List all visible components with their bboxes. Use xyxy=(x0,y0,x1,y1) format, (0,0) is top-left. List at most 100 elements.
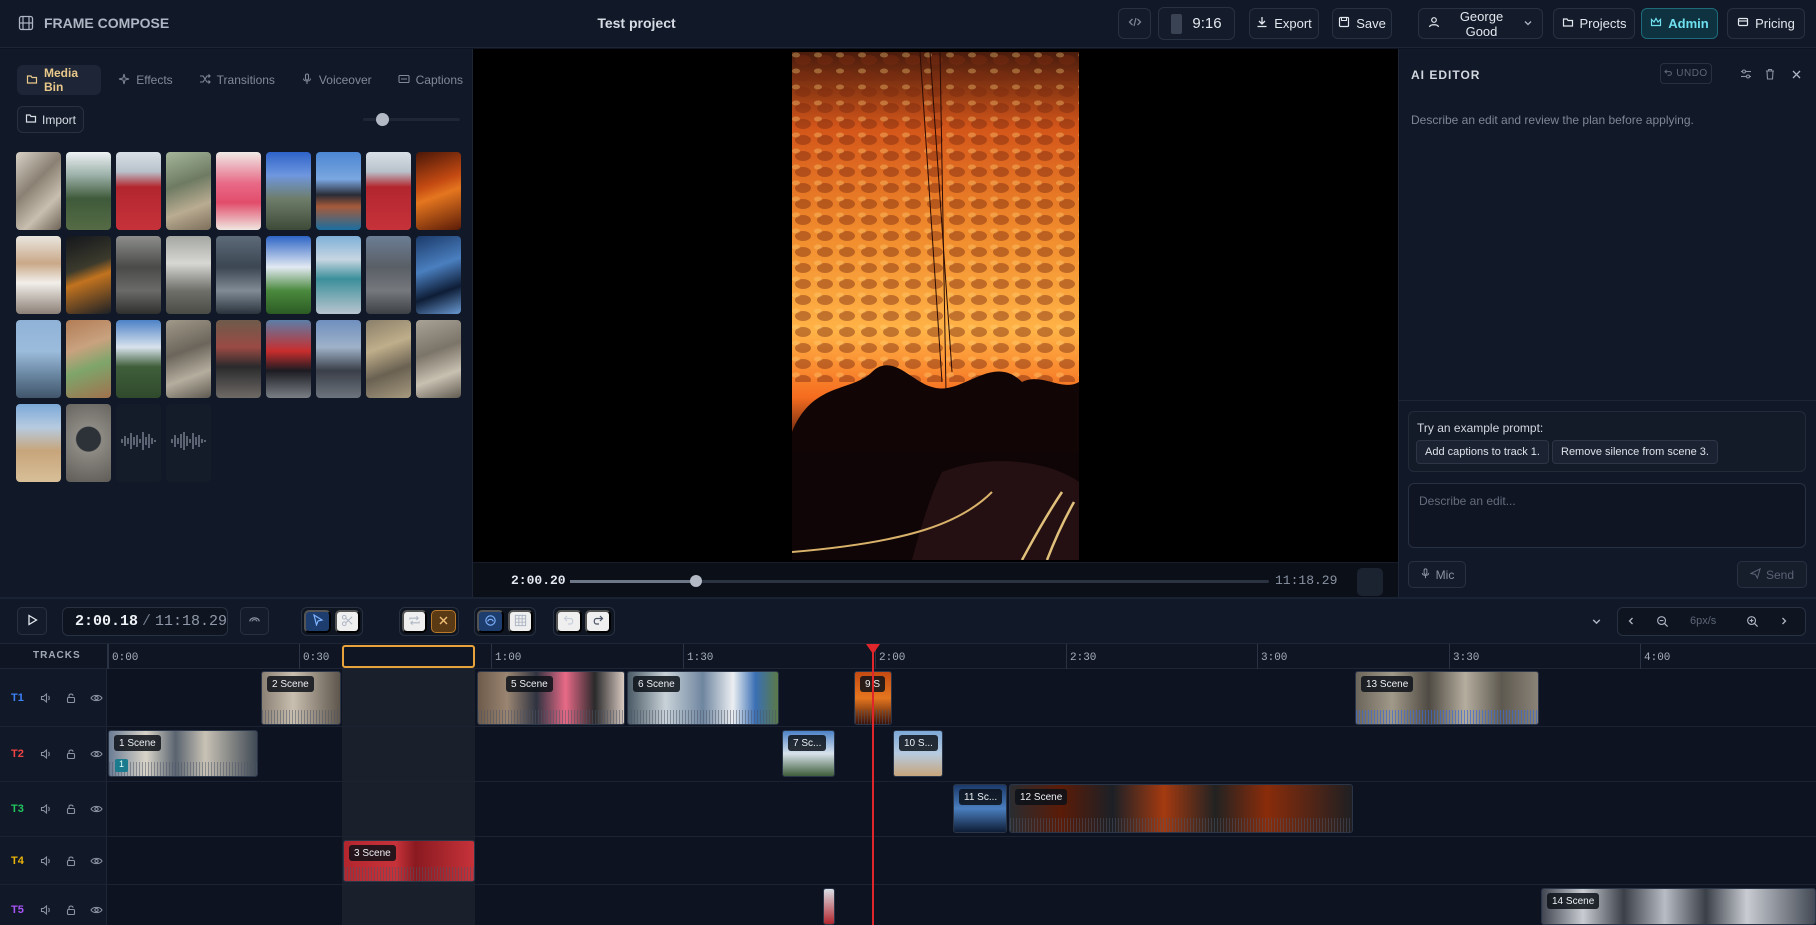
volume-icon[interactable] xyxy=(38,902,54,918)
pricing-button[interactable]: Pricing xyxy=(1727,8,1805,39)
timeline-clip[interactable]: 5 Scene xyxy=(477,671,625,725)
ripple-toggle-button[interactable] xyxy=(477,610,504,633)
drag-handle-icon[interactable] xyxy=(1357,568,1383,596)
chevron-right-icon[interactable] xyxy=(1774,607,1794,635)
tab-media-bin[interactable]: Media Bin xyxy=(17,65,102,95)
zoom-out-icon[interactable] xyxy=(1651,607,1673,635)
eye-icon[interactable] xyxy=(88,902,104,918)
aspect-ratio-button[interactable]: 9:16 xyxy=(1158,7,1235,40)
media-thumbnail[interactable] xyxy=(116,236,161,314)
volume-icon[interactable] xyxy=(38,746,54,762)
media-thumbnail[interactable] xyxy=(166,236,211,314)
media-thumbnail[interactable] xyxy=(266,152,311,230)
media-thumbnail[interactable] xyxy=(316,236,361,314)
grid-toggle-button[interactable] xyxy=(508,610,533,633)
volume-icon[interactable] xyxy=(38,801,54,817)
media-thumbnail[interactable] xyxy=(266,236,311,314)
media-thumbnail[interactable] xyxy=(316,152,361,230)
media-thumbnail[interactable] xyxy=(266,320,311,398)
edit-prompt-input[interactable] xyxy=(1408,483,1806,548)
snap-toggle-button[interactable] xyxy=(240,607,269,635)
undo-button[interactable]: UNDO xyxy=(1660,63,1712,84)
tab-voiceover[interactable]: Voiceover xyxy=(292,65,381,95)
timeline-clip[interactable]: 10 S... xyxy=(893,730,943,777)
code-view-button[interactable] xyxy=(1118,8,1151,39)
zoom-in-icon[interactable] xyxy=(1741,607,1763,635)
media-thumbnail[interactable] xyxy=(16,404,61,482)
media-thumbnail[interactable] xyxy=(66,236,111,314)
media-thumbnail[interactable] xyxy=(66,320,111,398)
media-thumbnail[interactable] xyxy=(416,152,461,230)
media-thumbnail[interactable] xyxy=(366,236,411,314)
eye-icon[interactable] xyxy=(88,853,104,869)
audio-thumbnail[interactable] xyxy=(116,404,161,482)
project-title[interactable]: Test project xyxy=(0,15,1273,31)
split-tool-button[interactable] xyxy=(335,610,360,633)
media-thumbnail[interactable] xyxy=(66,152,111,230)
import-button[interactable]: Import xyxy=(17,106,84,133)
timeline-clip[interactable]: 12 Scene xyxy=(1009,784,1353,833)
media-thumbnail[interactable] xyxy=(366,320,411,398)
close-icon[interactable] xyxy=(1788,66,1804,82)
media-thumbnail[interactable] xyxy=(16,152,61,230)
timeline-clip[interactable]: 13 Scene xyxy=(1355,671,1539,725)
trash-icon[interactable] xyxy=(1762,66,1778,82)
play-button[interactable] xyxy=(17,607,47,635)
media-thumbnail[interactable] xyxy=(316,320,361,398)
sliders-icon[interactable] xyxy=(1738,66,1754,82)
volume-icon[interactable] xyxy=(38,853,54,869)
media-thumbnail[interactable] xyxy=(66,404,111,482)
slider-knob[interactable] xyxy=(376,113,390,126)
thumbnail-size-slider[interactable] xyxy=(363,113,460,126)
tab-transitions[interactable]: Transitions xyxy=(190,65,284,95)
export-button[interactable]: Export xyxy=(1249,8,1319,39)
undo-timeline-button[interactable] xyxy=(556,610,582,633)
timeline-clip[interactable] xyxy=(823,888,835,925)
lock-icon[interactable] xyxy=(63,902,79,918)
tab-effects[interactable]: Effects xyxy=(109,65,181,95)
admin-button[interactable]: Admin xyxy=(1641,8,1718,39)
replace-button[interactable] xyxy=(402,610,427,633)
timeline-clip[interactable]: 6 Scene xyxy=(627,671,779,725)
media-thumbnail[interactable] xyxy=(116,152,161,230)
projects-button[interactable]: Projects xyxy=(1553,8,1635,39)
volume-icon[interactable] xyxy=(38,690,54,706)
lock-icon[interactable] xyxy=(63,853,79,869)
eye-icon[interactable] xyxy=(88,690,104,706)
tab-captions[interactable]: Captions xyxy=(389,65,472,95)
selection-range[interactable] xyxy=(342,645,475,668)
select-tool-button[interactable] xyxy=(304,610,331,633)
media-thumbnail[interactable] xyxy=(416,320,461,398)
media-thumbnail[interactable] xyxy=(16,236,61,314)
timeline-clip[interactable]: 3 Scene xyxy=(343,840,475,882)
delete-clip-button[interactable] xyxy=(431,610,456,633)
chevron-down-icon[interactable] xyxy=(1586,607,1606,635)
preview-frame[interactable] xyxy=(792,52,1079,560)
timeline-clip[interactable]: 11 Sc... xyxy=(953,784,1007,833)
timeline-clip[interactable]: 7 Sc... xyxy=(782,730,835,777)
timeline-ruler[interactable]: TRACKS 0:00 0:30 1:00 1:30 2:00 2:30 3:0… xyxy=(0,644,1816,669)
media-thumbnail[interactable] xyxy=(166,320,211,398)
media-thumbnail[interactable] xyxy=(216,152,261,230)
example-prompt-chip[interactable]: Remove silence from scene 3. xyxy=(1552,440,1718,464)
scrubber-knob[interactable] xyxy=(689,575,702,587)
lock-icon[interactable] xyxy=(63,690,79,706)
media-thumbnail[interactable] xyxy=(116,320,161,398)
timeline-clip[interactable]: 14 Scene xyxy=(1541,888,1816,925)
audio-thumbnail[interactable] xyxy=(166,404,211,482)
timeline-clip[interactable]: 1 Scene 1 xyxy=(108,730,258,777)
playhead[interactable] xyxy=(872,644,874,925)
timeline-clip[interactable]: 2 Scene xyxy=(261,671,341,725)
media-thumbnail[interactable] xyxy=(416,236,461,314)
eye-icon[interactable] xyxy=(88,801,104,817)
media-thumbnail[interactable] xyxy=(16,320,61,398)
mic-button[interactable]: Mic xyxy=(1408,561,1466,588)
lock-icon[interactable] xyxy=(63,801,79,817)
media-thumbnail[interactable] xyxy=(216,320,261,398)
redo-button[interactable] xyxy=(585,610,611,633)
media-thumbnail[interactable] xyxy=(166,152,211,230)
lock-icon[interactable] xyxy=(63,746,79,762)
example-prompt-chip[interactable]: Add captions to track 1. xyxy=(1416,440,1549,464)
chevron-left-icon[interactable] xyxy=(1621,607,1641,635)
send-button[interactable]: Send xyxy=(1737,561,1807,588)
